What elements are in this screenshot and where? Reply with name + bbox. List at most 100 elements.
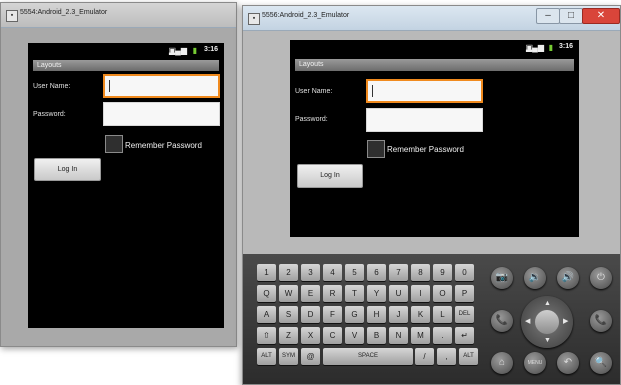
app-icon: ▪ bbox=[248, 13, 260, 25]
end-call-icon[interactable]: 📞 bbox=[590, 310, 612, 332]
key[interactable]: Q bbox=[257, 285, 276, 302]
key[interactable]: 2 bbox=[279, 264, 298, 281]
key[interactable]: 3 bbox=[301, 264, 320, 281]
key[interactable]: 4 bbox=[323, 264, 342, 281]
password-label: Password: bbox=[33, 111, 66, 118]
key[interactable]: 0 bbox=[455, 264, 474, 281]
alt-key[interactable]: ALT bbox=[257, 348, 276, 365]
key[interactable]: 1 bbox=[257, 264, 276, 281]
key[interactable]: 7 bbox=[389, 264, 408, 281]
volume-down-icon[interactable]: 🔉 bbox=[524, 267, 546, 289]
title-bar[interactable]: ▪ 5554:Android_2.3_Emulator bbox=[1, 3, 236, 28]
password-field[interactable] bbox=[366, 108, 483, 132]
key[interactable]: W bbox=[279, 285, 298, 302]
remember-password-checkbox[interactable] bbox=[105, 135, 123, 153]
login-button[interactable]: Log In bbox=[34, 158, 101, 181]
emulator-window-back[interactable]: ▪ 5554:Android_2.3_Emulator ▣ ▂▄▆ ▮ 3:16… bbox=[0, 2, 237, 347]
alt-key[interactable]: ALT bbox=[459, 348, 478, 365]
key[interactable]: C bbox=[323, 327, 342, 344]
close-button[interactable]: ✕ bbox=[582, 8, 620, 24]
key[interactable]: M bbox=[411, 327, 430, 344]
dpad-down-icon[interactable]: ▼ bbox=[544, 337, 551, 344]
device-screen[interactable]: ▣ ▂▄▆ ▮ 3:16 Layouts User Name: Password… bbox=[290, 40, 579, 237]
keyboard-row: ALT SYM @ SPACE / , ALT bbox=[257, 348, 479, 366]
key[interactable]: B bbox=[367, 327, 386, 344]
volume-up-icon[interactable]: 🔊 bbox=[557, 267, 579, 289]
sym-key[interactable]: SYM bbox=[279, 348, 298, 365]
camera-icon[interactable]: 📷 bbox=[491, 267, 513, 289]
app-icon: ▪ bbox=[6, 10, 18, 22]
key[interactable]: I bbox=[411, 285, 430, 302]
key[interactable]: / bbox=[415, 348, 434, 365]
key[interactable]: L bbox=[433, 306, 452, 323]
password-field[interactable] bbox=[103, 102, 220, 126]
key[interactable]: J bbox=[389, 306, 408, 323]
username-field[interactable] bbox=[103, 74, 220, 98]
back-icon[interactable]: ↶ bbox=[557, 352, 579, 374]
shift-key[interactable]: ⇧ bbox=[257, 327, 276, 344]
key[interactable]: A bbox=[257, 306, 276, 323]
app-title-bar: Layouts bbox=[33, 60, 219, 71]
window-title: 5554:Android_2.3_Emulator bbox=[20, 9, 108, 16]
enter-key[interactable]: ↵ bbox=[455, 327, 474, 344]
key[interactable]: P bbox=[455, 285, 474, 302]
login-button[interactable]: Log In bbox=[297, 164, 363, 188]
clock: 3:16 bbox=[558, 43, 573, 50]
key[interactable]: 8 bbox=[411, 264, 430, 281]
key[interactable]: 6 bbox=[367, 264, 386, 281]
key[interactable]: G bbox=[345, 306, 364, 323]
key[interactable]: S bbox=[279, 306, 298, 323]
key[interactable]: X bbox=[301, 327, 320, 344]
text-cursor bbox=[109, 80, 110, 92]
key[interactable]: K bbox=[411, 306, 430, 323]
emulator-window-front[interactable]: ▪ 5556:Android_2.3_Emulator – □ ✕ ▣ ▂▄▆ … bbox=[242, 5, 621, 385]
remember-password-label: Remember Password bbox=[387, 145, 464, 154]
window-title: 5556:Android_2.3_Emulator bbox=[262, 12, 350, 19]
battery-icon: ▮ bbox=[192, 46, 197, 55]
key[interactable]: F bbox=[323, 306, 342, 323]
key[interactable]: H bbox=[367, 306, 386, 323]
clock: 3:16 bbox=[203, 46, 218, 53]
status-bar: ▣ ▂▄▆ ▮ 3:16 bbox=[290, 40, 579, 56]
key[interactable]: Y bbox=[367, 285, 386, 302]
dpad[interactable]: ▲ ▼ ◀ ▶ bbox=[521, 296, 573, 348]
key[interactable]: 5 bbox=[345, 264, 364, 281]
minimize-button[interactable]: – bbox=[536, 8, 560, 24]
delete-key[interactable]: DEL bbox=[455, 306, 474, 323]
key[interactable]: V bbox=[345, 327, 364, 344]
key[interactable]: @ bbox=[301, 348, 320, 365]
remember-password-label: Remember Password bbox=[125, 141, 202, 150]
space-key[interactable]: SPACE bbox=[323, 348, 413, 365]
key[interactable]: Z bbox=[279, 327, 298, 344]
key[interactable]: N bbox=[389, 327, 408, 344]
key[interactable]: . bbox=[433, 327, 452, 344]
power-icon[interactable]: ⏻ bbox=[590, 267, 612, 289]
call-icon[interactable]: 📞 bbox=[491, 310, 513, 332]
text-cursor bbox=[372, 85, 373, 97]
key[interactable]: 9 bbox=[433, 264, 452, 281]
username-field[interactable] bbox=[366, 79, 483, 103]
menu-button[interactable]: MENU bbox=[524, 352, 546, 374]
dpad-center-button[interactable] bbox=[535, 310, 559, 334]
signal-icon: ▂▄▆ bbox=[526, 43, 544, 52]
dpad-left-icon[interactable]: ◀ bbox=[525, 318, 530, 325]
battery-icon: ▮ bbox=[548, 43, 553, 52]
title-bar[interactable]: ▪ 5556:Android_2.3_Emulator – □ ✕ bbox=[243, 6, 620, 31]
search-icon[interactable]: 🔍 bbox=[590, 352, 612, 374]
device-screen[interactable]: ▣ ▂▄▆ ▮ 3:16 Layouts User Name: Password… bbox=[28, 43, 224, 328]
key[interactable]: E bbox=[301, 285, 320, 302]
dpad-right-icon[interactable]: ▶ bbox=[563, 318, 568, 325]
keyboard-row: A S D F G H J K L DEL bbox=[257, 306, 479, 324]
maximize-button[interactable]: □ bbox=[559, 8, 583, 24]
key[interactable]: D bbox=[301, 306, 320, 323]
remember-password-checkbox[interactable] bbox=[367, 140, 385, 158]
key[interactable]: R bbox=[323, 285, 342, 302]
key[interactable]: , bbox=[437, 348, 456, 365]
status-bar: ▣ ▂▄▆ ▮ 3:16 bbox=[28, 43, 224, 59]
key[interactable]: U bbox=[389, 285, 408, 302]
home-icon[interactable]: ⌂ bbox=[491, 352, 513, 374]
key[interactable]: T bbox=[345, 285, 364, 302]
key[interactable]: O bbox=[433, 285, 452, 302]
dpad-up-icon[interactable]: ▲ bbox=[544, 300, 551, 307]
password-label: Password: bbox=[295, 116, 328, 123]
